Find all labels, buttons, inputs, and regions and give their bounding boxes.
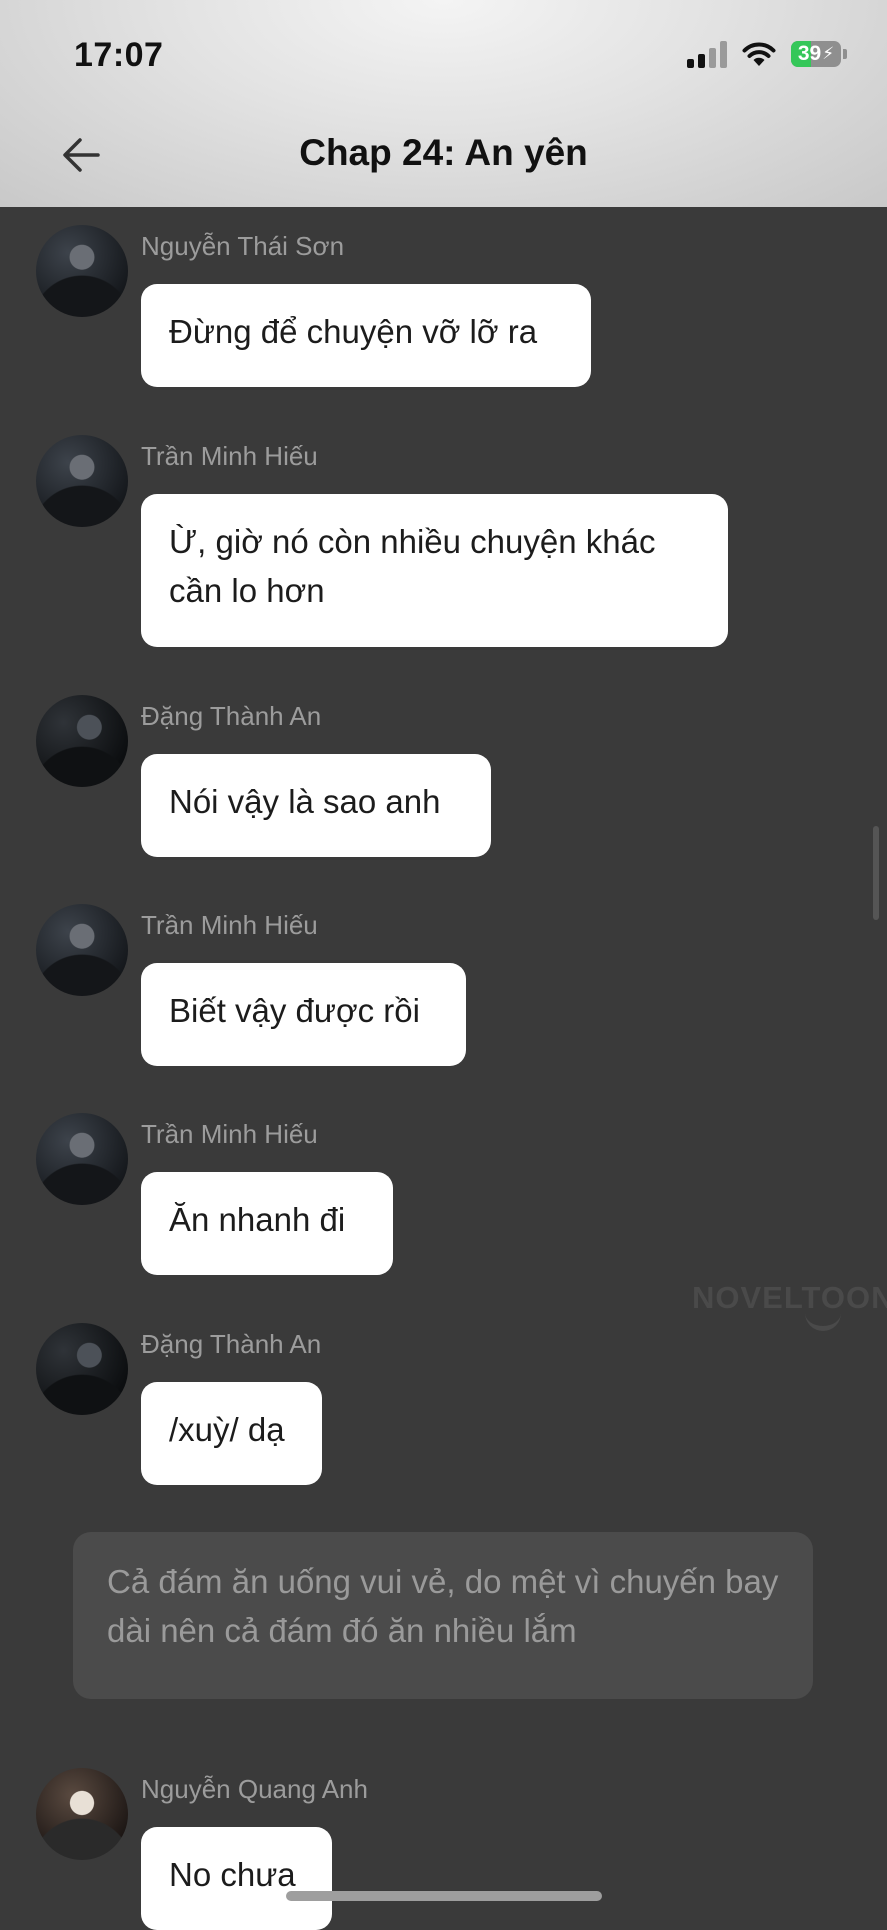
message-bubble: Đừng để chuyện vỡ lỡ ra [141,284,591,387]
sender-name: Trần Minh Hiếu [141,1119,318,1149]
avatar[interactable] [36,1323,128,1415]
avatar[interactable] [36,1768,128,1860]
message-bubble: Biết vậy được rồi [141,963,466,1066]
battery-nub [843,49,847,59]
battery-icon: 39 ⚡ [791,41,841,67]
message-bubble: Ăn nhanh đi [141,1172,393,1275]
message-bubble: /xuỳ/ dạ [141,1382,322,1485]
wifi-icon [742,42,776,66]
narration-text: Cả đám ăn uống vui vẻ, do mệt vì chuyến … [73,1532,813,1699]
status-time: 17:07 [74,36,164,74]
sender-name: Trần Minh Hiếu [141,910,318,940]
sender-name: Đặng Thành An [141,1329,322,1359]
avatar[interactable] [36,695,128,787]
home-indicator[interactable] [286,1891,602,1901]
sender-name: Trần Minh Hiếu [141,441,318,471]
page-title: Chap 24: An yên [299,132,588,173]
watermark-smile-icon [805,1312,841,1331]
status-icons: 39 ⚡ [687,40,847,68]
header-bar: 17:07 39 ⚡ Chap 24: An yên [0,0,887,207]
avatar[interactable] [36,1113,128,1205]
sender-name: Nguyễn Quang Anh [141,1774,368,1804]
message-bubble: Nói vậy là sao anh [141,754,491,857]
cellular-signal-icon [687,40,727,68]
sender-name: Đặng Thành An [141,701,322,731]
avatar[interactable] [36,435,128,527]
avatar[interactable] [36,225,128,317]
message-bubble: Ừ, giờ nó còn nhiều chuyện khác cần lo h… [141,494,728,647]
message-bubble: No chưa [141,1827,332,1930]
sender-name: Nguyễn Thái Sơn [141,231,345,261]
scrollbar-thumb[interactable] [873,826,879,920]
charging-bolt-icon: ⚡ [822,44,835,63]
battery-percent: 39 [797,42,822,65]
avatar[interactable] [36,904,128,996]
watermark-logo: NOVELTOON [692,1280,887,1315]
